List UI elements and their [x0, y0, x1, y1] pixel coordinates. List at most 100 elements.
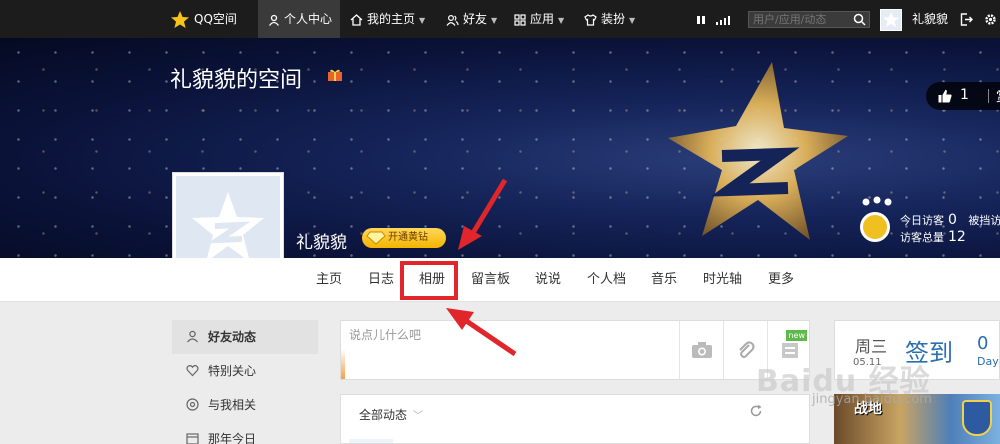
stars-icon — [862, 196, 892, 206]
check-in-days-count: 0 — [977, 333, 989, 354]
visitor-badge-icon — [860, 212, 890, 242]
like-box[interactable]: 1 赏 — [926, 82, 1000, 110]
friends-icon — [446, 14, 459, 26]
total-visitors-value: 12 — [948, 229, 966, 245]
caret-icon: ▼ — [419, 16, 426, 25]
today-visitors-value: 0 — [948, 212, 957, 228]
tab-message-board[interactable]: 留言板 — [471, 258, 510, 302]
nav-label: 我的主页 — [367, 12, 416, 26]
nav-dressup[interactable]: 装扮 ▼ — [584, 0, 635, 38]
user-name[interactable]: 礼貌貌 — [912, 0, 948, 38]
gear-icon — [985, 14, 996, 25]
caret-icon: ▼ — [558, 16, 565, 25]
nav-apps[interactable]: 应用 ▼ — [514, 0, 564, 38]
search-input[interactable] — [749, 12, 849, 27]
new-badge: new — [786, 330, 807, 341]
qq-star-avatar-icon — [192, 192, 264, 262]
tab-home[interactable]: 主页 — [316, 258, 342, 302]
reward-label[interactable]: 赏 — [996, 86, 1000, 105]
composer-accent — [341, 349, 345, 379]
caret-icon: ▼ — [629, 16, 636, 25]
nav-label: 个人中心 — [284, 12, 333, 26]
volume-bars-button[interactable] — [716, 0, 734, 38]
at-sign-icon — [186, 398, 199, 411]
feed-filter-label: 全部动态 — [359, 408, 408, 422]
pause-button[interactable] — [696, 0, 710, 38]
profile-nav: 主页 日志 相册 留言板 说说 个人档 音乐 时光轴 更多 — [0, 258, 1000, 302]
nav-label: 装扮 — [601, 12, 626, 26]
sidebar-item-related-to-me[interactable]: 与我相关 — [172, 388, 318, 422]
home-icon — [350, 13, 363, 26]
photo-button[interactable] — [679, 321, 723, 379]
tab-music[interactable]: 音乐 — [651, 258, 677, 302]
cover-banner: 礼貌貌的空间 1 赏 今日访客 0 被挡访 访客总量 12 礼貌貌 开通黄钻 — [0, 38, 1000, 258]
like-separator — [988, 89, 989, 103]
post-input[interactable]: 说点儿什么吧 — [349, 326, 421, 343]
logout-button[interactable] — [960, 0, 977, 38]
total-visitors: 访客总量 12 — [900, 229, 966, 245]
signal-bars-icon — [716, 15, 730, 25]
top-bar: QQ空间 个人中心 我的主页▼ 好友▼ 应用▼ 装扮▼ 礼貌貌 — [0, 0, 1000, 38]
pause-icon — [697, 15, 705, 24]
shirt-icon — [584, 13, 597, 26]
nav-my-homepage[interactable]: 我的主页 ▼ — [350, 0, 425, 38]
star-logo-icon — [171, 10, 189, 28]
today-visitors[interactable]: 今日访客 0 被挡访 — [900, 212, 1000, 228]
nav-label: 好友 — [463, 12, 488, 26]
tab-more[interactable]: 更多 — [768, 258, 794, 302]
paperclip-icon — [738, 341, 754, 358]
qq-space-logo[interactable]: QQ空间 — [170, 0, 237, 38]
search-icon[interactable] — [853, 13, 866, 26]
sidebar-item-friend-feeds[interactable]: 好友动态 — [172, 320, 318, 354]
profile-username: 礼貌貌 — [296, 233, 347, 253]
sidebar-item-label: 好友动态 — [208, 330, 257, 344]
left-sidebar: 好友动态 特别关心 与我相关 那年今日 — [172, 320, 318, 444]
diamond-icon — [366, 231, 386, 245]
like-count: 1 — [960, 87, 969, 103]
shield-icon — [962, 400, 992, 436]
tab-blog[interactable]: 日志 — [368, 258, 394, 302]
tab-timeline[interactable]: 时光轴 — [703, 258, 742, 302]
apps-grid-icon — [514, 13, 526, 26]
heart-icon — [186, 365, 199, 377]
total-visitors-label: 访客总量 — [900, 231, 944, 244]
nav-personal-center[interactable]: 个人中心 — [258, 0, 340, 38]
nav-label: 应用 — [530, 12, 555, 26]
chevron-down-icon: ﹀ — [413, 411, 424, 422]
thumbs-up-icon — [938, 89, 952, 103]
gift-icon[interactable] — [327, 68, 343, 82]
space-title: 礼貌貌的空间 — [170, 68, 303, 93]
avatar-star-icon — [883, 12, 899, 27]
tab-profile[interactable]: 个人档 — [587, 258, 626, 302]
feed-item-placeholder — [349, 439, 393, 443]
logout-icon — [960, 13, 973, 26]
person-icon — [268, 14, 280, 26]
feed-panel: 全部动态 ﹀ — [340, 394, 810, 444]
sidebar-item-label: 那年今日 — [208, 432, 257, 444]
today-visitors-label: 今日访客 — [900, 214, 944, 227]
search-box — [748, 11, 870, 28]
tab-shuoshuo[interactable]: 说说 — [535, 258, 561, 302]
refresh-icon[interactable] — [749, 404, 763, 418]
sidebar-item-special-care[interactable]: 特别关心 — [172, 354, 318, 388]
person-icon — [187, 330, 198, 343]
yellow-diamond-label: 开通黄钻 — [388, 232, 428, 243]
blocked-visitors-label[interactable]: 被挡访 — [968, 214, 1000, 227]
sidebar-item-label: 特别关心 — [208, 364, 257, 378]
weekday-label: 周三 — [855, 337, 888, 356]
feed-filter[interactable]: 全部动态 ﹀ — [359, 406, 423, 423]
baidu-watermark-url: jingyan.baidu.com — [812, 392, 932, 407]
logo-text: QQ空间 — [194, 12, 237, 26]
camera-icon — [691, 342, 712, 358]
album-highlight-box — [400, 261, 458, 300]
open-yellow-diamond-button[interactable]: 开通黄钻 — [362, 228, 446, 248]
settings-button[interactable] — [984, 0, 1000, 38]
sidebar-item-on-this-day[interactable]: 那年今日 — [172, 422, 318, 444]
calendar-icon — [186, 433, 199, 444]
banner-starfield — [0, 38, 1000, 258]
nav-friends[interactable]: 好友 ▼ — [446, 0, 497, 38]
qq-star-graphic — [668, 62, 848, 240]
sidebar-item-label: 与我相关 — [208, 398, 257, 412]
post-composer: 说点儿什么吧 new — [340, 320, 810, 380]
user-avatar[interactable] — [880, 9, 902, 31]
